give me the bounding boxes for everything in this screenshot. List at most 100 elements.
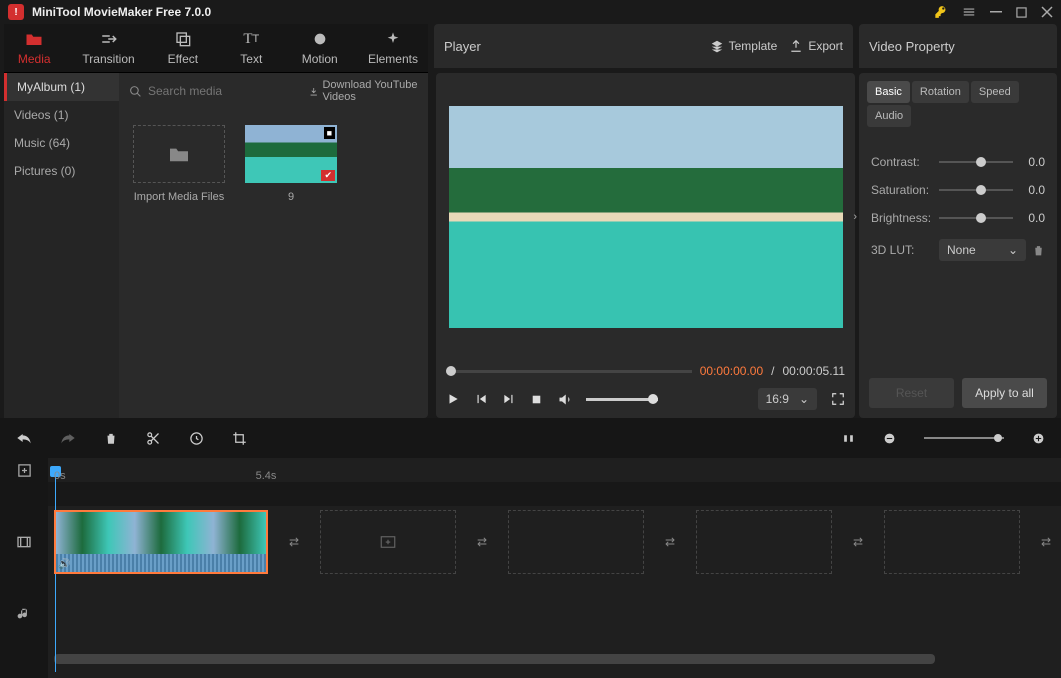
contrast-label: Contrast:: [871, 155, 931, 169]
close-icon[interactable]: [1041, 6, 1053, 18]
key-icon[interactable]: [934, 5, 948, 19]
transition-slot[interactable]: ⇄: [280, 528, 308, 556]
contrast-slider[interactable]: [939, 161, 1013, 163]
saturation-slider[interactable]: [939, 189, 1013, 191]
ruler-mark: 0s: [54, 470, 66, 482]
undo-button[interactable]: [16, 431, 32, 445]
time-duration: 00:00:05.11: [782, 364, 845, 378]
transition-icon: [100, 30, 118, 48]
tab-transition[interactable]: Transition: [82, 30, 134, 66]
aspect-select[interactable]: 16:9⌄: [758, 388, 817, 410]
sparkle-icon: [385, 30, 401, 48]
crop-button[interactable]: [232, 431, 247, 446]
next-frame-button[interactable]: [502, 392, 516, 406]
clip-label: 9: [288, 191, 294, 203]
zoom-in-button[interactable]: [1032, 432, 1045, 445]
volume-icon[interactable]: [557, 392, 572, 407]
tab-elements[interactable]: Elements: [368, 30, 418, 66]
tab-media[interactable]: Media: [14, 30, 54, 66]
tab-label: Motion: [302, 52, 338, 66]
tab-label: Text: [240, 52, 262, 66]
trash-icon[interactable]: [1032, 244, 1045, 257]
search-input[interactable]: [148, 84, 303, 98]
add-track-button[interactable]: [17, 463, 32, 478]
lut-select[interactable]: None⌄: [939, 239, 1026, 261]
prop-tab-basic[interactable]: Basic: [867, 81, 910, 103]
nav-videos[interactable]: Videos (1): [4, 101, 119, 129]
apply-all-button[interactable]: Apply to all: [962, 378, 1047, 408]
titlebar: ! MiniTool MovieMaker Free 7.0.0: [0, 0, 1061, 24]
import-media-button[interactable]: [133, 125, 225, 183]
audio-track-icon: [17, 606, 31, 622]
prop-tab-rotation[interactable]: Rotation: [912, 81, 969, 103]
saturation-value: 0.0: [1021, 183, 1045, 197]
zoom-out-button[interactable]: [883, 432, 896, 445]
video-track-icon: [16, 535, 32, 549]
brightness-label: Brightness:: [871, 211, 931, 225]
tab-label: Elements: [368, 52, 418, 66]
template-button[interactable]: Template: [710, 39, 778, 53]
transition-slot[interactable]: ⇄: [656, 528, 684, 556]
contrast-value: 0.0: [1021, 155, 1045, 169]
export-button[interactable]: Export: [789, 39, 843, 53]
tab-text[interactable]: TT Text: [231, 30, 271, 66]
effect-icon: [175, 30, 191, 48]
saturation-label: Saturation:: [871, 183, 931, 197]
tab-label: Media: [18, 52, 51, 66]
redo-button[interactable]: [60, 431, 76, 445]
expand-right-icon[interactable]: ›: [853, 211, 857, 223]
minimize-icon[interactable]: [990, 6, 1002, 18]
prev-frame-button[interactable]: [474, 392, 488, 406]
seek-slider[interactable]: [446, 370, 692, 373]
fullscreen-button[interactable]: [831, 392, 845, 406]
props-title: Video Property: [869, 39, 1047, 54]
prop-tab-audio[interactable]: Audio: [867, 105, 911, 127]
transition-slot[interactable]: ⇄: [468, 528, 496, 556]
nav-myalbum[interactable]: MyAlbum (1): [4, 73, 119, 101]
prop-tab-speed[interactable]: Speed: [971, 81, 1019, 103]
clip-placeholder[interactable]: [508, 510, 644, 574]
play-button[interactable]: [446, 392, 460, 406]
fit-button[interactable]: [842, 432, 855, 445]
clip-placeholder[interactable]: [320, 510, 456, 574]
transition-slot[interactable]: ⇄: [844, 528, 872, 556]
time-current: 00:00:00.00: [700, 364, 763, 378]
app-logo: !: [8, 4, 24, 20]
nav-music[interactable]: Music (64): [4, 129, 119, 157]
motion-icon: [312, 30, 328, 48]
brightness-slider[interactable]: [939, 217, 1013, 219]
clip-audio-icon: 🔊: [58, 559, 70, 570]
delete-button[interactable]: [104, 431, 118, 446]
split-button[interactable]: [146, 431, 161, 446]
tab-effect[interactable]: Effect: [163, 30, 203, 66]
zoom-slider[interactable]: [924, 437, 1004, 439]
lut-label: 3D LUT:: [871, 243, 931, 257]
reset-button[interactable]: Reset: [869, 378, 954, 408]
nav-pictures[interactable]: Pictures (0): [4, 157, 119, 185]
menu-icon[interactable]: [962, 5, 976, 19]
download-youtube-link[interactable]: Download YouTube Videos: [309, 79, 418, 103]
chevron-down-icon: ⌄: [799, 392, 809, 406]
player-title: Player: [444, 39, 698, 54]
media-thumbnail[interactable]: ■ ✔: [245, 125, 337, 183]
stop-button[interactable]: [530, 393, 543, 406]
tab-motion[interactable]: Motion: [300, 30, 340, 66]
import-label: Import Media Files: [134, 191, 224, 203]
tab-label: Effect: [168, 52, 198, 66]
search-icon: [129, 85, 142, 98]
chevron-down-icon: ⌄: [1008, 243, 1018, 257]
volume-slider[interactable]: [586, 398, 658, 401]
speed-button[interactable]: [189, 431, 204, 446]
ruler-mark: 5.4s: [256, 470, 277, 482]
video-preview[interactable]: [449, 106, 843, 328]
clip-placeholder[interactable]: [696, 510, 832, 574]
folder-icon: [25, 30, 43, 48]
maximize-icon[interactable]: [1016, 7, 1027, 18]
text-icon: TT: [243, 30, 259, 48]
transition-slot[interactable]: ⇄: [1032, 528, 1060, 556]
app-title: MiniTool MovieMaker Free 7.0.0: [32, 5, 211, 19]
brightness-value: 0.0: [1021, 211, 1045, 225]
clip-placeholder[interactable]: [884, 510, 1020, 574]
video-clip[interactable]: 🔊: [54, 510, 268, 574]
timeline-scrollbar[interactable]: [54, 654, 1055, 664]
